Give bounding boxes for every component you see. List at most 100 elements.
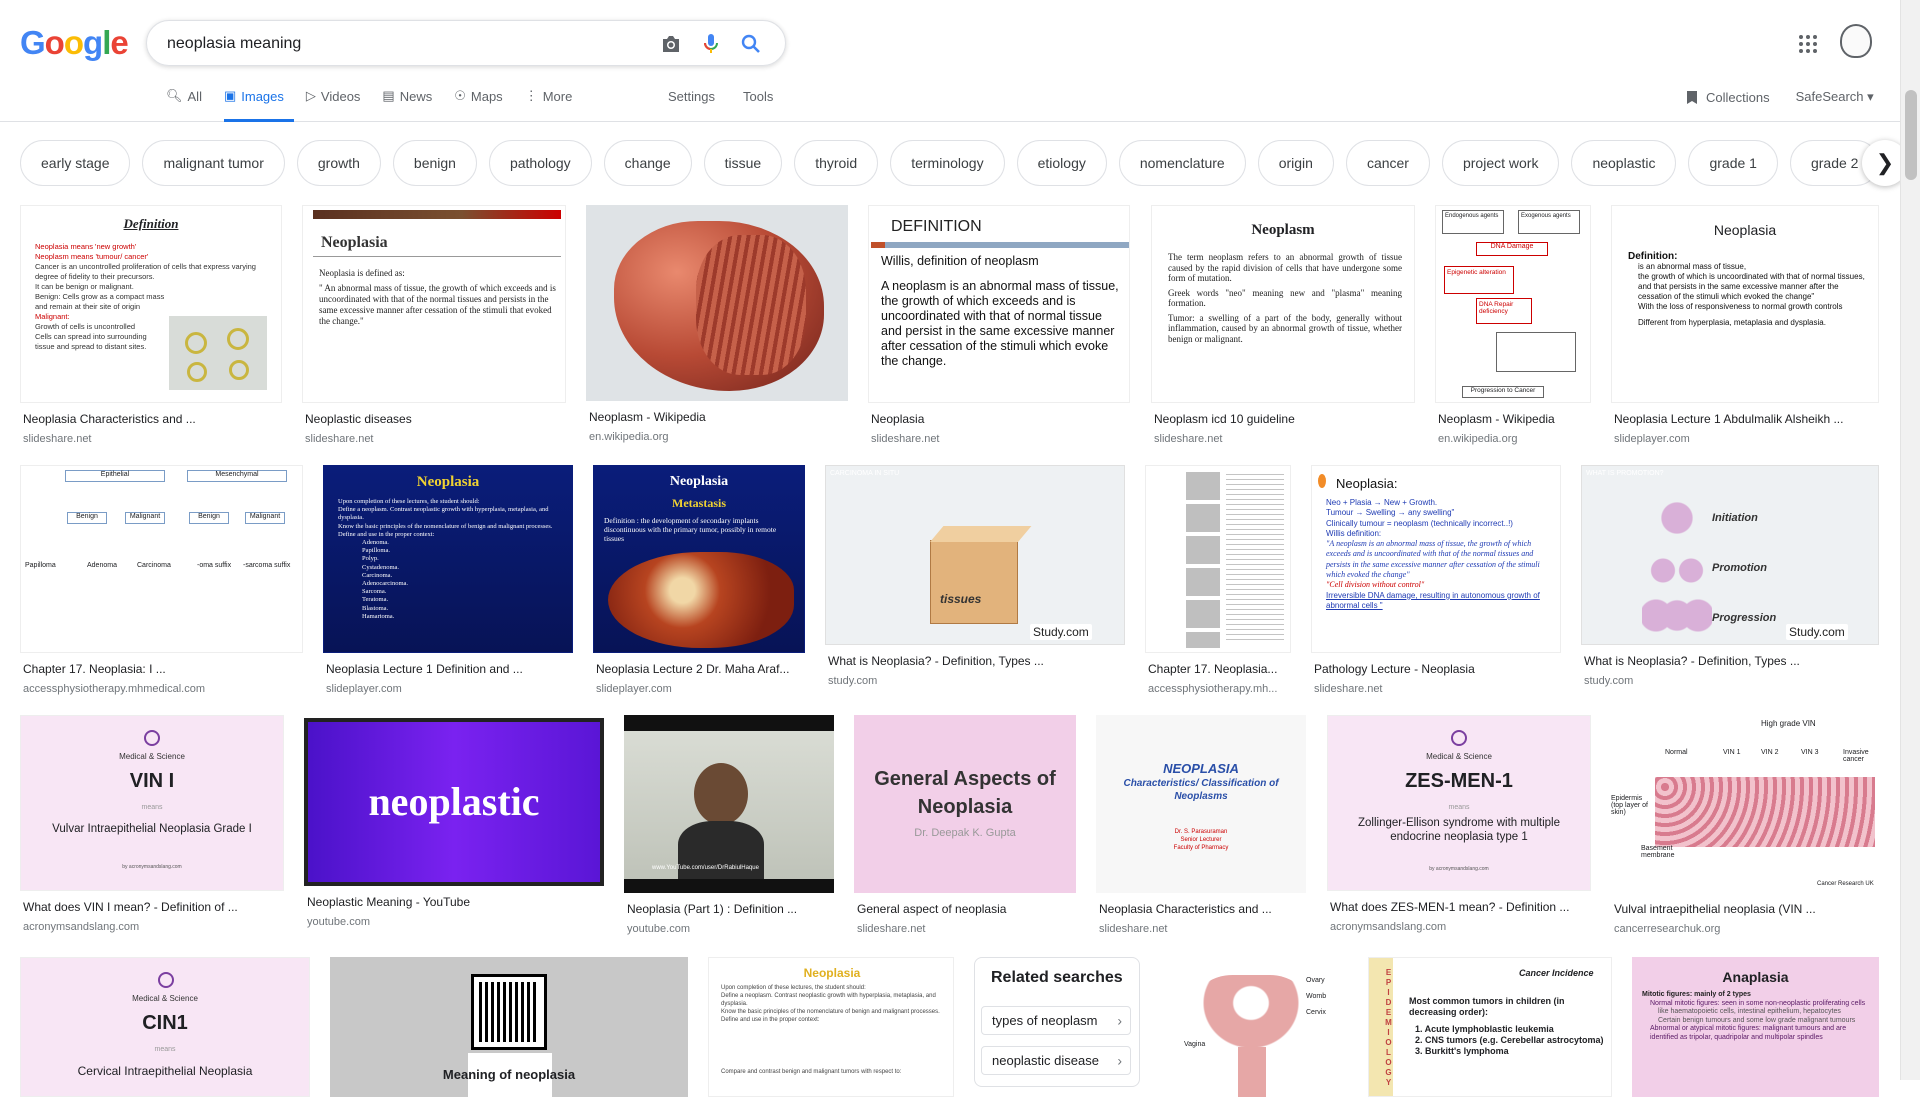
result-thumbnail[interactable]: Neoplasia Upon completion of these lectu… (708, 957, 954, 1097)
result-card[interactable]: Neoplasia Neoplasia is defined as: " An … (302, 205, 566, 445)
result-card[interactable]: neoplastic Neoplastic Meaning - YouTube … (304, 718, 604, 928)
result-title[interactable]: Neoplasm - Wikipedia (586, 410, 848, 424)
result-card[interactable]: Endogenous agents Exogenous agents DNA D… (1435, 205, 1591, 445)
result-thumbnail[interactable]: Medical & Science VIN I means Vulvar Int… (20, 715, 284, 891)
result-card[interactable]: NEOPLASIA Characteristics/ Classificatio… (1096, 715, 1306, 935)
result-title[interactable]: Chapter 17. Neoplasia: I ... (20, 662, 303, 676)
result-thumbnail[interactable]: Meaning of neoplasia (330, 957, 688, 1097)
result-source[interactable]: study.com (825, 675, 1125, 687)
result-title[interactable]: Pathology Lecture - Neoplasia (1311, 662, 1561, 676)
related-search-item[interactable]: types of neoplasm › (981, 1006, 1131, 1035)
result-card[interactable]: Neoplasia Upon completion of these lectu… (323, 465, 573, 695)
result-thumbnail[interactable]: WHAT IS PROMOTION? Initiation Promotion … (1581, 465, 1879, 645)
result-title[interactable]: Vulval intraepithelial neoplasia (VIN ..… (1611, 902, 1879, 916)
result-card[interactable]: Meaning of neoplasia (330, 957, 688, 1097)
result-source[interactable]: slideshare.net (1311, 683, 1561, 695)
result-card[interactable]: Definition Neoplasia means 'new growth' … (20, 205, 282, 445)
result-source[interactable]: en.wikipedia.org (1435, 433, 1591, 445)
result-title[interactable]: Neoplasia Characteristics and ... (1096, 902, 1306, 916)
result-source[interactable]: slideshare.net (1151, 433, 1415, 445)
result-source[interactable]: cancerresearchuk.org (1611, 923, 1879, 935)
result-source[interactable]: youtube.com (304, 916, 604, 928)
result-thumbnail[interactable]: DEFINITION Willis, definition of neoplas… (868, 205, 1130, 403)
result-source[interactable]: accessphysiotherapy.mh... (1145, 683, 1291, 695)
result-thumbnail[interactable]: High grade VIN Normal VIN 1 VIN 2 VIN 3 … (1611, 715, 1879, 893)
result-card[interactable]: Chapter 17. Neoplasia... accessphysiothe… (1145, 465, 1291, 695)
result-thumbnail[interactable]: Neoplasia Metastasis Definition : the de… (593, 465, 805, 653)
result-card[interactable]: WHAT IS PROMOTION? Initiation Promotion … (1581, 465, 1879, 687)
result-title[interactable]: Neoplasia Characteristics and ... (20, 412, 282, 426)
result-thumbnail[interactable]: Medical & Science CIN1 means Cervical In… (20, 957, 310, 1097)
scrollbar[interactable] (1900, 0, 1920, 1080)
result-title[interactable]: Neoplasia Lecture 1 Definition and ... (323, 662, 573, 676)
result-thumbnail[interactable]: Endogenous agents Exogenous agents DNA D… (1435, 205, 1591, 403)
result-source[interactable]: slideshare.net (854, 923, 1076, 935)
result-thumbnail[interactable]: Medical & Science ZES-MEN-1 means Zollin… (1327, 715, 1591, 891)
result-title[interactable]: Chapter 17. Neoplasia... (1145, 662, 1291, 676)
result-card[interactable]: Anaplasia Mitotic figures: mainly of 2 t… (1632, 957, 1879, 1097)
result-card[interactable]: Medical & Science CIN1 means Cervical In… (20, 957, 310, 1097)
result-card[interactable]: Neoplasia Metastasis Definition : the de… (593, 465, 805, 695)
result-card[interactable]: Neoplasia Definition: is an abnormal mas… (1611, 205, 1879, 445)
result-card[interactable]: DEFINITION Willis, definition of neoplas… (868, 205, 1130, 445)
result-card[interactable]: Neoplasia: Neo + Plasia → New + Growth. … (1311, 465, 1561, 695)
result-title[interactable]: What is Neoplasia? - Definition, Types .… (1581, 654, 1879, 668)
result-thumbnail[interactable]: Epithelial Mesenchymal Benign Malignant … (20, 465, 303, 653)
result-thumbnail[interactable]: Neoplasia: Neo + Plasia → New + Growth. … (1311, 465, 1561, 653)
result-thumbnail[interactable]: Neoplasm The term neoplasm refers to an … (1151, 205, 1415, 403)
result-title[interactable]: Neoplastic Meaning - YouTube (304, 895, 604, 909)
result-thumbnail[interactable]: Anaplasia Mitotic figures: mainly of 2 t… (1632, 957, 1879, 1097)
result-card[interactable]: Epithelial Mesenchymal Benign Malignant … (20, 465, 303, 695)
result-title[interactable]: Neoplasm icd 10 guideline (1151, 412, 1415, 426)
scrollbar-thumb[interactable] (1905, 90, 1917, 180)
result-source[interactable]: acronymsandslang.com (20, 921, 284, 933)
result-thumbnail[interactable]: CARCINOMA IN SITU tissues Study.com (825, 465, 1125, 645)
result-source[interactable]: slideshare.net (302, 433, 566, 445)
result-title[interactable]: Neoplasia (868, 412, 1130, 426)
result-card[interactable]: Neoplasm The term neoplasm refers to an … (1151, 205, 1415, 445)
result-source[interactable]: slideplayer.com (323, 683, 573, 695)
result-title[interactable]: What does ZES-MEN-1 mean? - Definition .… (1327, 900, 1591, 914)
result-card[interactable]: High grade VIN Normal VIN 1 VIN 2 VIN 3 … (1611, 715, 1879, 935)
result-title[interactable]: What does VIN I mean? - Definition of ..… (20, 900, 284, 914)
result-thumbnail[interactable]: Neoplasia Neoplasia is defined as: " An … (302, 205, 566, 403)
result-thumbnail[interactable]: Ovary Womb Cervix Vagina (1160, 957, 1348, 1097)
result-source[interactable]: youtube.com (624, 923, 834, 935)
result-title[interactable]: Neoplasia (Part 1) : Definition ... (624, 902, 834, 916)
result-title[interactable]: Neoplasm - Wikipedia (1435, 412, 1591, 426)
result-card[interactable]: Cancer Incidence EPIDEMIOLOGY Most commo… (1368, 957, 1612, 1097)
related-search-item[interactable]: neoplastic disease › (981, 1046, 1131, 1075)
result-thumbnail[interactable] (586, 205, 848, 401)
result-title[interactable]: General aspect of neoplasia (854, 902, 1076, 916)
result-thumbnail[interactable]: Neoplasia Upon completion of these lectu… (323, 465, 573, 653)
result-source[interactable]: accessphysiotherapy.mhmedical.com (20, 683, 303, 695)
result-card[interactable]: CARCINOMA IN SITU tissues Study.com What… (825, 465, 1125, 687)
result-source[interactable]: slideplayer.com (593, 683, 805, 695)
result-title[interactable]: Neoplastic diseases (302, 412, 566, 426)
result-thumbnail[interactable]: Definition Neoplasia means 'new growth' … (20, 205, 282, 403)
result-thumbnail[interactable]: Neoplasia Definition: is an abnormal mas… (1611, 205, 1879, 403)
result-thumbnail[interactable]: www.YouTube.com/user/DrRabiulHaque (624, 715, 834, 893)
result-source[interactable]: en.wikipedia.org (586, 431, 848, 443)
result-thumbnail[interactable]: General Aspects of Neoplasia Dr. Deepak … (854, 715, 1076, 893)
result-card[interactable]: Medical & Science ZES-MEN-1 means Zollin… (1327, 715, 1591, 933)
result-card[interactable]: www.YouTube.com/user/DrRabiulHaque Neopl… (624, 715, 834, 935)
result-thumbnail[interactable] (1145, 465, 1291, 653)
result-card[interactable]: Neoplasm - Wikipedia en.wikipedia.org (586, 205, 848, 443)
result-thumbnail[interactable]: neoplastic (304, 718, 604, 886)
result-card[interactable]: Neoplasia Upon completion of these lectu… (708, 957, 954, 1097)
result-title[interactable]: Neoplasia Lecture 1 Abdulmalik Alsheikh … (1611, 412, 1879, 426)
result-source[interactable]: acronymsandslang.com (1327, 921, 1591, 933)
result-source[interactable]: slideshare.net (1096, 923, 1306, 935)
result-source[interactable]: slideshare.net (868, 433, 1130, 445)
result-card[interactable]: Ovary Womb Cervix Vagina (1160, 957, 1348, 1097)
result-source[interactable]: study.com (1581, 675, 1879, 687)
result-thumbnail[interactable]: Cancer Incidence EPIDEMIOLOGY Most commo… (1368, 957, 1612, 1097)
result-source[interactable]: slideplayer.com (1611, 433, 1879, 445)
result-thumbnail[interactable]: NEOPLASIA Characteristics/ Classificatio… (1096, 715, 1306, 893)
result-source[interactable]: slideshare.net (20, 433, 282, 445)
result-title[interactable]: What is Neoplasia? - Definition, Types .… (825, 654, 1125, 668)
result-card[interactable]: Medical & Science VIN I means Vulvar Int… (20, 715, 284, 933)
result-title[interactable]: Neoplasia Lecture 2 Dr. Maha Araf... (593, 662, 805, 676)
result-card[interactable]: General Aspects of Neoplasia Dr. Deepak … (854, 715, 1076, 935)
